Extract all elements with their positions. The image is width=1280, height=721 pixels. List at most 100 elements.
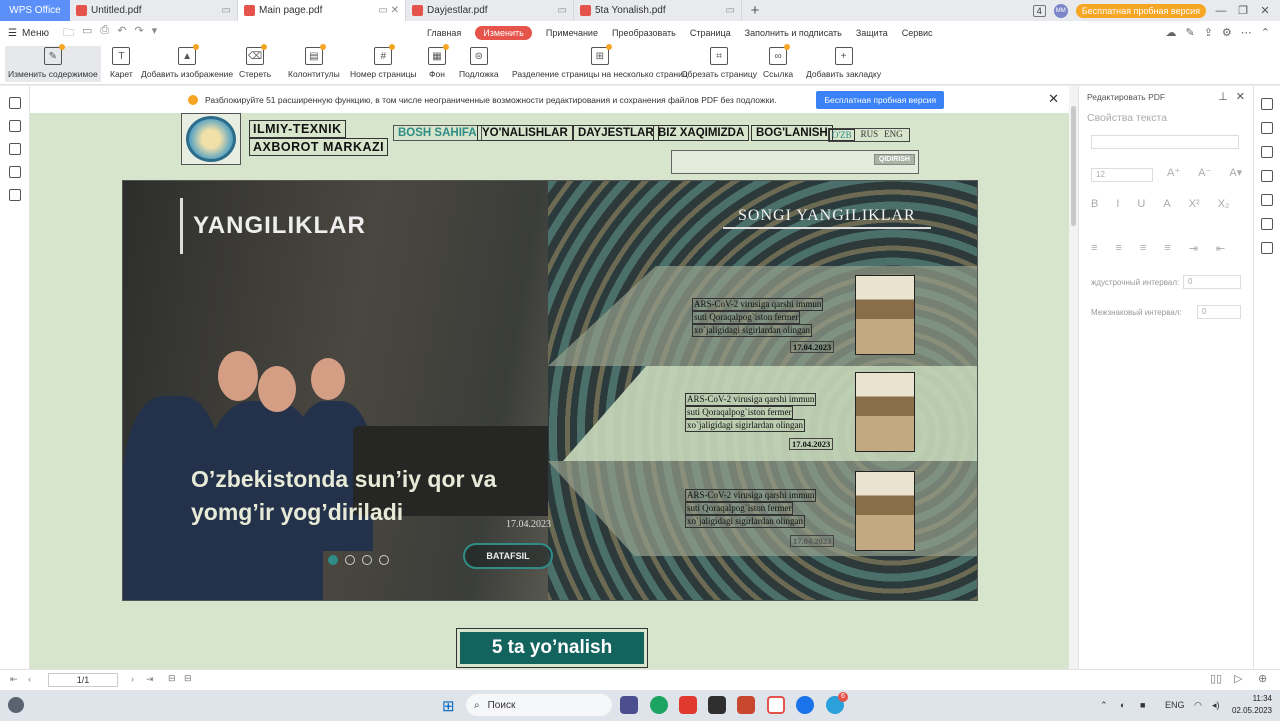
- font-family-select[interactable]: [1091, 135, 1239, 149]
- bold-icon[interactable]: B: [1091, 198, 1098, 210]
- news-item[interactable]: ARS-CoV-2 virusiga qarshi immun suti Qora…: [692, 298, 827, 337]
- pin-icon[interactable]: ⊥: [1218, 90, 1228, 103]
- close-tab-icon[interactable]: ▭ ✕: [378, 5, 399, 16]
- wps-office-tab[interactable]: WPS Office: [0, 0, 70, 21]
- nav-dayjestlar[interactable]: DAYJESTLAR: [573, 125, 659, 141]
- font-color-icon[interactable]: A▾: [1229, 166, 1242, 179]
- header-footer-button[interactable]: ▤ Колонтитулы: [288, 44, 340, 79]
- wifi-icon[interactable]: ◠: [1194, 700, 1202, 711]
- crop-tool-icon[interactable]: [1261, 194, 1273, 206]
- add-bookmark-button[interactable]: + Добавить закладку: [806, 47, 881, 79]
- carousel-dot[interactable]: [379, 555, 389, 565]
- window-count-badge[interactable]: 4: [1032, 4, 1046, 17]
- attachment-icon[interactable]: [8, 166, 21, 178]
- properties-icon[interactable]: [1261, 122, 1273, 134]
- align-left-icon[interactable]: ≡: [1091, 242, 1097, 255]
- page-number-button[interactable]: # Номер страницы: [350, 44, 417, 79]
- lang-uzb[interactable]: O'ZB: [829, 129, 855, 141]
- decrease-font-icon[interactable]: A⁻: [1198, 166, 1211, 179]
- strikethrough-icon[interactable]: A: [1163, 198, 1170, 210]
- meet-icon[interactable]: [620, 696, 638, 714]
- split-page-button[interactable]: ⊞ Разделение страницы на несколько страни…: [512, 44, 688, 79]
- thumbnail-icon[interactable]: [8, 120, 21, 132]
- monitor-icon[interactable]: ▭: [222, 5, 231, 16]
- tab-comment[interactable]: Примечание: [546, 28, 598, 38]
- erase-button[interactable]: ⌫ Стереть: [239, 44, 271, 79]
- tab-protect[interactable]: Защита: [856, 28, 888, 38]
- monitor-icon[interactable]: ▭: [726, 5, 735, 16]
- section-title[interactable]: YANGILIKLAR: [180, 198, 366, 254]
- save-icon[interactable]: ▭: [82, 24, 92, 43]
- minimize-icon[interactable]: —: [1214, 5, 1228, 17]
- more-view-icon[interactable]: ⊕: [1258, 672, 1267, 685]
- settings-icon[interactable]: ⚙: [1222, 26, 1232, 39]
- open-folder-icon[interactable]: 🗀: [63, 24, 74, 43]
- tab-untitled[interactable]: Untitled.pdf ▭: [70, 0, 238, 21]
- menu-button[interactable]: ☰ Меню: [0, 28, 57, 39]
- tab-edit[interactable]: Изменить: [475, 26, 532, 40]
- edit-pdf-icon[interactable]: [1261, 98, 1273, 110]
- document-canvas[interactable]: ILMIY-TEXNIK AXBOROT MARKAZI BOSH SAHIFA…: [30, 113, 1069, 669]
- panel-header[interactable]: Редактировать PDF: [1087, 92, 1165, 102]
- chrome-icon[interactable]: [650, 696, 668, 714]
- directions-button[interactable]: 5 ta yo’nalish: [460, 632, 644, 664]
- rotate-left-icon[interactable]: ⊟: [168, 673, 176, 684]
- prev-page-icon[interactable]: ‹: [28, 674, 31, 684]
- italic-icon[interactable]: I: [1116, 198, 1119, 210]
- pen-icon[interactable]: [1261, 146, 1273, 158]
- avatar[interactable]: MM: [1053, 3, 1068, 18]
- lang-rus[interactable]: RUS: [861, 129, 879, 141]
- superscript-icon[interactable]: X²: [1189, 198, 1200, 210]
- crop-page-button[interactable]: ⌗ Обрезать страницу: [681, 47, 757, 79]
- read-more-button[interactable]: BATAFSIL: [463, 543, 553, 569]
- add-image-button[interactable]: ▲ Добавить изображение: [141, 44, 233, 79]
- help-icon[interactable]: [1261, 242, 1273, 254]
- tab-5ta-yonalish[interactable]: 5ta Yonalish.pdf ▭: [574, 0, 742, 21]
- play-icon[interactable]: ▷: [1234, 672, 1242, 685]
- font-size-select[interactable]: 12: [1091, 168, 1153, 182]
- app-icon[interactable]: [708, 696, 726, 714]
- lang-eng[interactable]: ENG: [884, 129, 903, 141]
- volume-icon[interactable]: ◂): [1212, 700, 1220, 711]
- tab-convert[interactable]: Преобразовать: [612, 28, 676, 38]
- headline-date[interactable]: 17.04.2023: [506, 519, 551, 530]
- line-spacing-input[interactable]: 0: [1183, 275, 1241, 289]
- justify-icon[interactable]: ≡: [1164, 242, 1170, 255]
- tab-main-page[interactable]: Main page.pdf ▭ ✕: [238, 0, 406, 21]
- tray-app-icon[interactable]: ◐: [1120, 700, 1125, 710]
- tab-home[interactable]: Главная: [427, 28, 461, 38]
- vertical-scrollbar[interactable]: [1069, 86, 1078, 669]
- rotate-right-icon[interactable]: ⊟: [184, 673, 192, 684]
- carousel-dot[interactable]: [328, 555, 338, 565]
- org-name-line2[interactable]: AXBOROT MARKAZI: [249, 138, 389, 156]
- tab-dayjestlar[interactable]: Dayjestlar.pdf ▭: [406, 0, 574, 21]
- watermark-button[interactable]: ⊜ Подложка: [459, 47, 499, 79]
- org-name-line1[interactable]: ILMIY-TEXNIK: [249, 120, 346, 138]
- cloud-icon[interactable]: ☁: [1165, 26, 1176, 39]
- weather-icon[interactable]: [8, 697, 24, 713]
- undo-icon[interactable]: ↶: [117, 24, 126, 43]
- signature-icon[interactable]: [8, 189, 21, 201]
- carousel-dot[interactable]: [345, 555, 355, 565]
- underline-icon[interactable]: U: [1137, 198, 1145, 210]
- nav-yonalishlar[interactable]: YO'NALISHLAR: [477, 125, 573, 141]
- zoom-icon[interactable]: [1261, 218, 1273, 230]
- tray-chevron-icon[interactable]: ⌃: [1100, 700, 1108, 711]
- clock[interactable]: 11:34 02.05.2023: [1232, 693, 1272, 717]
- yandex-icon[interactable]: [679, 696, 697, 714]
- search-button[interactable]: QIDIRISH: [873, 154, 915, 165]
- edit-content-button[interactable]: ✎ Изменить содержимое: [5, 44, 101, 82]
- tray-app2-icon[interactable]: ■: [1140, 700, 1145, 710]
- carousel-dot[interactable]: [362, 555, 372, 565]
- headline[interactable]: O’zbekistonda sun’iy qor va yomg’ir yog’…: [191, 463, 551, 529]
- search-input[interactable]: QIDIRISH: [671, 150, 919, 174]
- new-tab-button[interactable]: +: [742, 0, 768, 21]
- monitor-icon[interactable]: ▭: [558, 5, 567, 16]
- align-center-icon[interactable]: ≡: [1115, 242, 1121, 255]
- tab-tools[interactable]: Сервис: [902, 28, 933, 38]
- close-panel-icon[interactable]: ✕: [1236, 90, 1245, 103]
- comment-icon[interactable]: [8, 143, 21, 155]
- trial-button[interactable]: Бесплатная пробная версия: [1075, 3, 1206, 18]
- latest-news-title[interactable]: SONGI YANGILIKLAR: [723, 207, 931, 229]
- more-icon[interactable]: ⋯: [1241, 26, 1252, 39]
